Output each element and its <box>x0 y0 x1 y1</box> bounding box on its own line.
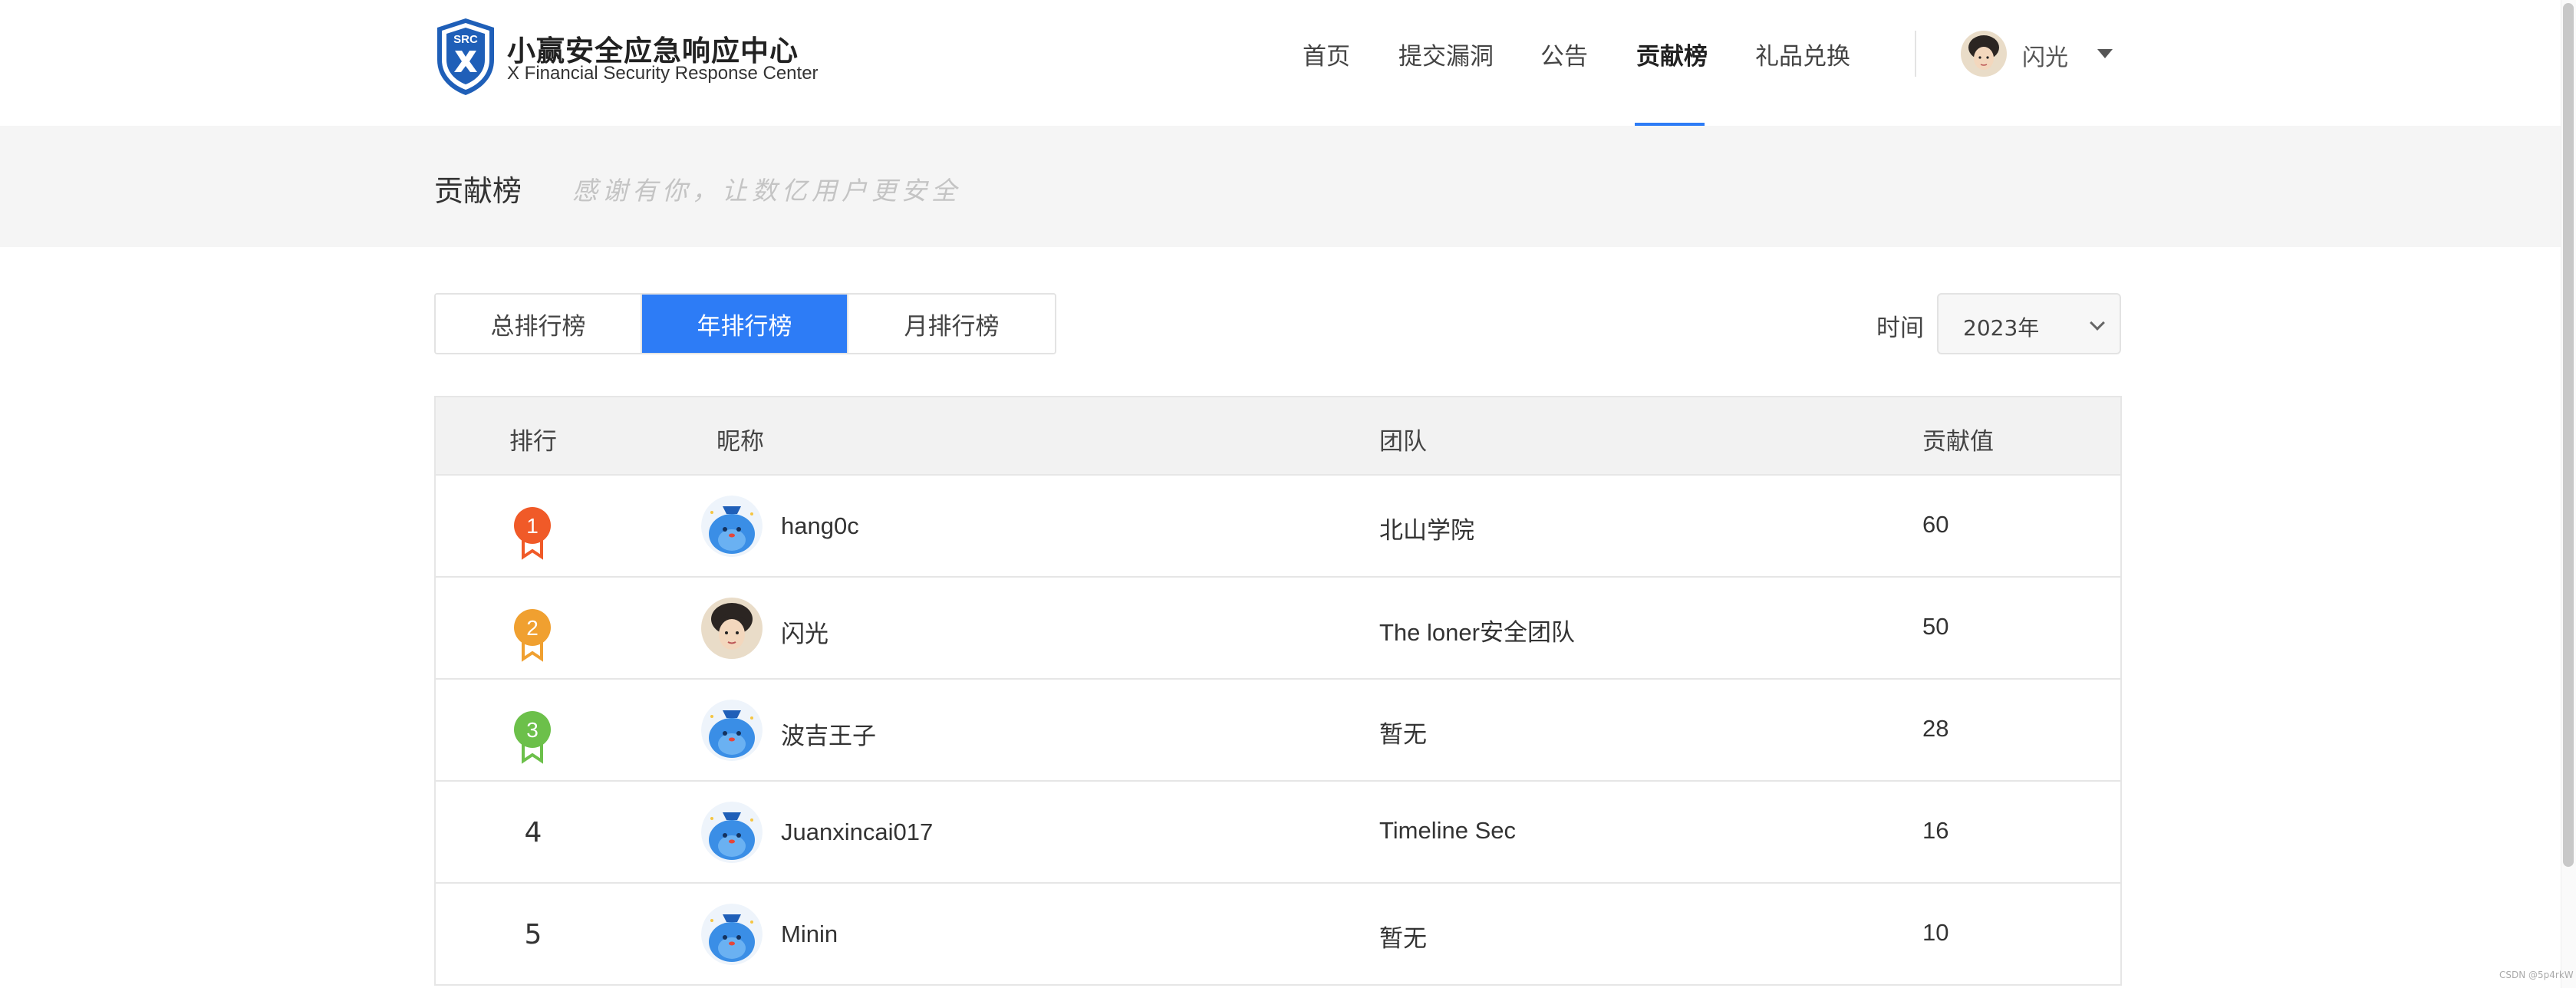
team-name: Timeline Sec <box>1379 817 1517 844</box>
mascot-avatar-icon <box>701 496 763 557</box>
top-header: SRC 小赢安全应急响应中心 X Financial Security Resp… <box>0 0 2561 126</box>
chevron-down-icon[interactable] <box>2097 49 2113 58</box>
logo-subtitle: X Financial Security Response Center <box>507 63 819 84</box>
year-select-value: 2023年 <box>1963 315 2040 341</box>
avatar[interactable] <box>701 598 763 659</box>
page-banner: 贡献榜 感谢有你，让数亿用户更安全 <box>0 126 2561 247</box>
page-title: 贡献榜 <box>434 174 522 208</box>
avatar[interactable] <box>701 496 763 557</box>
rank-number: 2 <box>526 616 539 640</box>
nav-gift-exchange[interactable]: 礼品兑换 <box>1755 37 1850 71</box>
avatar[interactable] <box>701 904 763 965</box>
nickname[interactable]: hang0c <box>781 512 859 540</box>
bronze-medal-icon: 3 <box>514 711 551 764</box>
time-filter-label: 时间 <box>1876 315 1924 342</box>
user-name[interactable]: 闪光 <box>2022 38 2068 72</box>
year-select[interactable]: 2023年 <box>1937 293 2121 354</box>
user-avatar[interactable] <box>1961 31 2007 77</box>
contribution-score: 60 <box>1922 511 1949 538</box>
gold-medal-icon: 1 <box>514 507 551 560</box>
scrollbar-thumb[interactable] <box>2563 3 2574 867</box>
silver-medal-icon: 2 <box>514 609 551 662</box>
leaderboard-table: 排行 昵称 团队 贡献值 1 hang0c 北山学院 60 2 闪光 The l… <box>434 396 2122 986</box>
avatar[interactable] <box>701 700 763 761</box>
team-name: The loner安全团队 <box>1379 619 1575 646</box>
ranking-tabs: 总排行榜 年排行榜 月排行榜 <box>434 293 1056 354</box>
table-header: 排行 昵称 团队 贡献值 <box>436 397 2120 476</box>
contribution-score: 28 <box>1922 715 1949 742</box>
banner-slogan: 感谢有你，让数亿用户更安全 <box>572 176 961 206</box>
chevron-down-icon <box>2090 315 2105 331</box>
column-header-rank: 排行 <box>509 428 557 456</box>
nickname[interactable]: 闪光 <box>781 614 828 649</box>
tab-total-ranking[interactable]: 总排行榜 <box>436 295 642 353</box>
rank-number: 4 <box>524 817 542 848</box>
contribution-score: 10 <box>1922 919 1949 946</box>
table-row: 1 hang0c 北山学院 60 <box>436 476 2120 578</box>
nav-announcements[interactable]: 公告 <box>1540 37 1588 71</box>
nickname[interactable]: Juanxincai017 <box>781 818 933 846</box>
team-name: 北山学院 <box>1379 517 1474 544</box>
tab-month-ranking[interactable]: 月排行榜 <box>848 295 1055 353</box>
nav-divider <box>1915 31 1916 77</box>
column-header-score: 贡献值 <box>1922 428 1994 456</box>
mascot-avatar-icon <box>701 904 763 965</box>
column-header-nickname: 昵称 <box>716 428 764 456</box>
watermark: CSDN @5p4rkW <box>2499 970 2574 980</box>
team-name: 暂无 <box>1379 925 1427 952</box>
nickname[interactable]: Minin <box>781 920 838 948</box>
mascot-avatar-icon <box>701 700 763 761</box>
user-photo-icon <box>701 598 763 659</box>
nickname[interactable]: 波吉王子 <box>781 716 876 751</box>
src-logo-shield-icon[interactable]: SRC <box>434 17 497 97</box>
contribution-score: 50 <box>1922 613 1949 640</box>
rank-number: 3 <box>526 718 539 742</box>
rank-number: 5 <box>524 919 542 950</box>
contribution-score: 16 <box>1922 817 1949 844</box>
avatar[interactable] <box>701 802 763 863</box>
user-photo-icon <box>1961 31 2007 77</box>
rank-number: 1 <box>526 514 539 538</box>
mascot-avatar-icon <box>701 802 763 863</box>
table-row: 5 Minin 暂无 10 <box>436 884 2120 986</box>
table-row: 2 闪光 The loner安全团队 50 <box>436 578 2120 680</box>
table-row: 4 Juanxincai017 Timeline Sec 16 <box>436 782 2120 884</box>
logo-badge-text: SRC <box>453 33 478 46</box>
nav-leaderboard[interactable]: 贡献榜 <box>1636 37 1708 71</box>
tab-year-ranking[interactable]: 年排行榜 <box>642 295 848 353</box>
table-row: 3 波吉王子 暂无 28 <box>436 680 2120 782</box>
nav-submit-vulnerability[interactable]: 提交漏洞 <box>1398 37 1494 71</box>
nav-home[interactable]: 首页 <box>1303 37 1350 71</box>
column-header-team: 团队 <box>1379 428 1427 456</box>
team-name: 暂无 <box>1379 721 1427 748</box>
